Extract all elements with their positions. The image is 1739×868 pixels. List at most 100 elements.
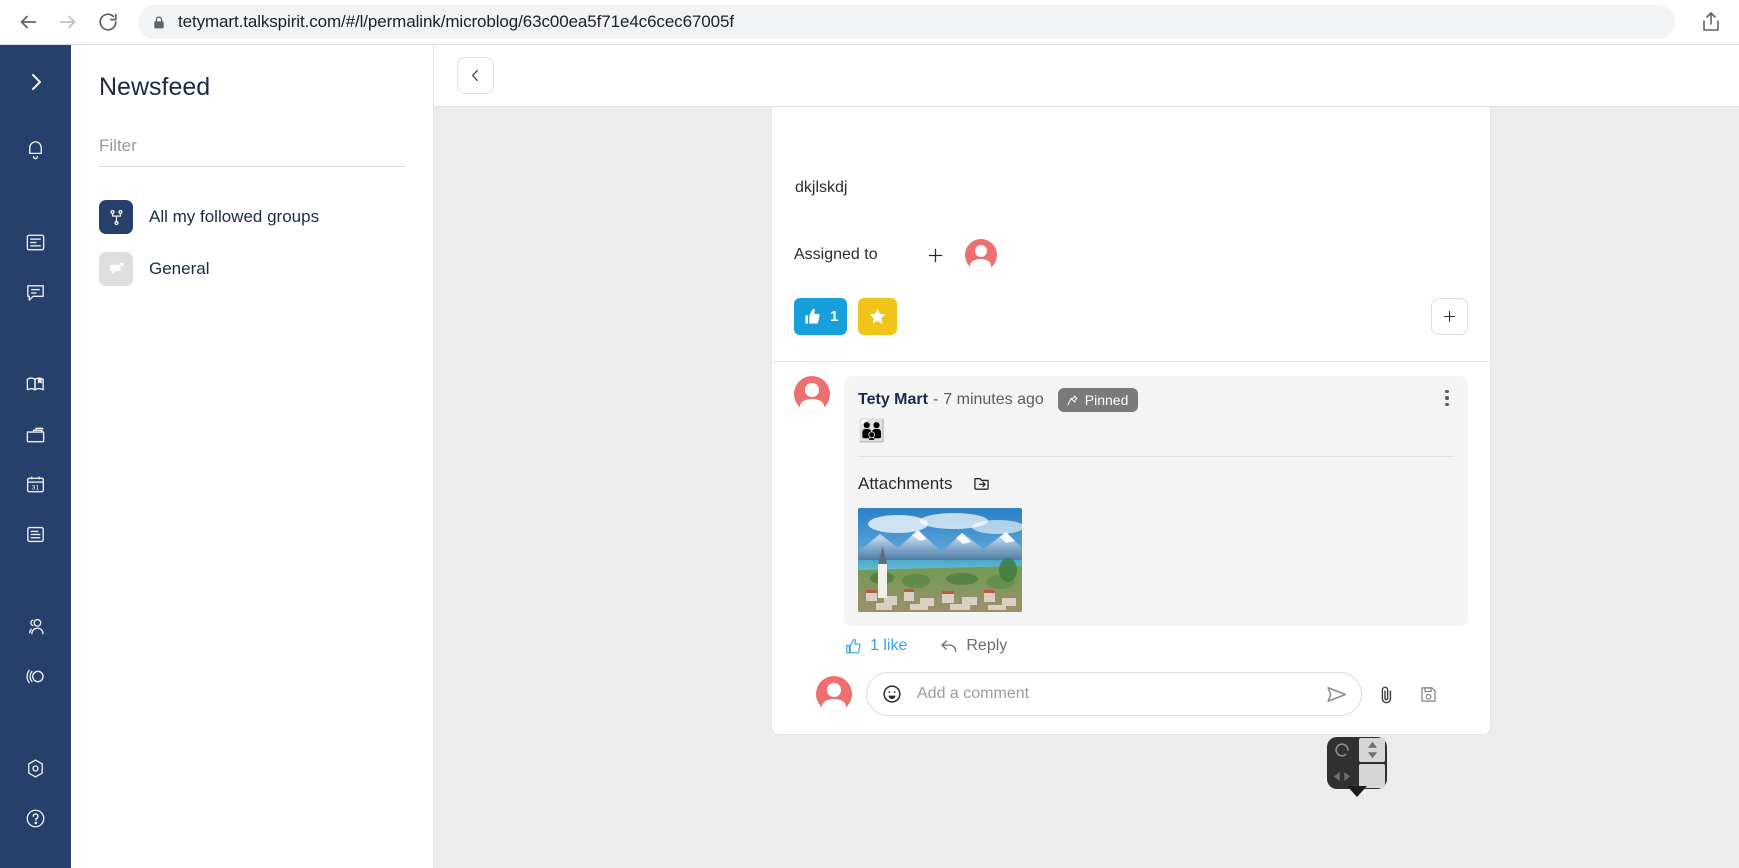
- browser-forward-button[interactable]: [48, 2, 88, 42]
- reaction-star[interactable]: [858, 298, 898, 335]
- comment-timestamp: 7 minutes ago: [943, 391, 1044, 408]
- thumbs-up-icon: [844, 637, 863, 656]
- filter-field-wrapper: [99, 130, 405, 167]
- url-text: tetymart.talkspirit.com/#/l/permalink/mi…: [178, 12, 734, 31]
- back-button[interactable]: [457, 57, 494, 94]
- bell-icon: [29, 140, 42, 159]
- avatar-body: [800, 399, 824, 412]
- sidebar-item-general[interactable]: General: [92, 245, 412, 293]
- sidebar-item-help[interactable]: [0, 793, 71, 843]
- pin-icon: [1066, 394, 1079, 407]
- newsfeed-icon: [26, 234, 45, 250]
- sidebar-item-directory[interactable]: [0, 601, 71, 651]
- people-icon: [29, 618, 44, 634]
- thumbs-up-icon: [805, 308, 820, 324]
- cursor-widget-pointer: [1347, 786, 1367, 797]
- browser-reload-button[interactable]: [88, 2, 128, 42]
- settings-icon: [28, 758, 43, 778]
- post-text: dkjlskdj: [795, 179, 848, 196]
- calendar-icon: 31: [26, 476, 45, 492]
- chat-icon: [27, 284, 44, 301]
- attachments-header: Attachments: [858, 456, 1454, 494]
- book-icon: [26, 376, 44, 390]
- sidebar-item-newsfeed[interactable]: [0, 217, 71, 267]
- assignee-avatar[interactable]: [964, 239, 997, 271]
- sidebar-item-broadcast[interactable]: [0, 651, 71, 701]
- status-badge-pinned: Pinned: [1057, 388, 1139, 412]
- comment-input[interactable]: Add a comment: [917, 685, 1316, 703]
- comment-zone: Tety Mart - 7 minutes ago Pinned 👪 Attac…: [772, 361, 1490, 734]
- sidebar-item-notifications[interactable]: [0, 125, 71, 175]
- cursor-widget-box: [1327, 737, 1387, 789]
- reply-label: Reply: [966, 637, 1008, 654]
- avatar-body: [970, 259, 992, 271]
- pinned-label: Pinned: [1084, 392, 1129, 408]
- left-right-arrows-icon: [1332, 769, 1352, 784]
- sidebar-item-drive[interactable]: [0, 409, 71, 459]
- reaction-count: 1: [830, 308, 839, 325]
- add-assignee-button[interactable]: [925, 245, 946, 266]
- paperclip-icon: [1381, 686, 1391, 703]
- comment-input-wrapper[interactable]: Add a comment: [866, 672, 1362, 716]
- reply-button[interactable]: Reply: [939, 636, 1007, 656]
- app-shell: 31 Newsfeed Filter All my followed group…: [0, 45, 1739, 868]
- attachments-label: Attachments: [858, 473, 953, 493]
- comment-item: Tety Mart - 7 minutes ago Pinned 👪 Attac…: [794, 376, 1468, 626]
- sidebar-item-chat[interactable]: [0, 267, 71, 317]
- post-body: dkjlskdj Assigned to 1: [772, 107, 1490, 361]
- sidebar-item-calendar[interactable]: 31: [0, 459, 71, 509]
- reaction-thumbs-up[interactable]: 1: [794, 298, 848, 335]
- avatar-body: [822, 699, 846, 712]
- sidebar-item-label: All my followed groups: [149, 207, 320, 226]
- assigned-to-label: Assigned to: [794, 246, 878, 263]
- star-icon: [870, 308, 886, 324]
- reactions-row: 1: [794, 298, 1468, 361]
- browser-back-button[interactable]: [8, 2, 48, 42]
- help-icon: [26, 809, 45, 827]
- sidebar-item-settings[interactable]: [0, 743, 71, 793]
- share-button[interactable]: [1689, 0, 1733, 44]
- like-button[interactable]: 1 like: [844, 637, 907, 656]
- comment-author-avatar[interactable]: [794, 376, 830, 412]
- sidebar-item-label: General: [149, 259, 210, 278]
- filter-input[interactable]: [99, 130, 405, 167]
- chevron-right-icon: [31, 74, 41, 90]
- cursor-widget-blank-cell: [1359, 764, 1385, 788]
- group-list: All my followed groups General: [92, 193, 412, 293]
- sidebar-item-wiki[interactable]: [0, 359, 71, 409]
- arrow-right-icon: [59, 15, 76, 29]
- like-label: 1 like: [870, 637, 908, 654]
- avatar-head: [974, 245, 987, 257]
- folder-icon: [26, 427, 45, 442]
- plus-icon: [928, 248, 942, 262]
- arrow-left-icon: [20, 15, 37, 29]
- lock-icon: [152, 15, 166, 30]
- send-button[interactable]: [1324, 682, 1349, 707]
- add-reaction-button[interactable]: [1431, 298, 1468, 335]
- feed-canvas: dkjlskdj Assigned to 1 Tety Mart - 7 min…: [434, 107, 1739, 868]
- sidebar-item-all-followed-groups[interactable]: All my followed groups: [92, 193, 412, 241]
- comment-menu-button[interactable]: [1436, 386, 1458, 410]
- address-bar[interactable]: tetymart.talkspirit.com/#/l/permalink/mi…: [138, 5, 1675, 39]
- left-icon-rail: 31: [0, 45, 71, 868]
- comment-composer: Add a comment: [794, 656, 1468, 734]
- save-to-drive-button[interactable]: [1410, 676, 1446, 712]
- open-folder-arrow-icon[interactable]: [971, 473, 992, 494]
- sidebar-item-tasks[interactable]: [0, 509, 71, 559]
- comment-author-name: Tety Mart: [858, 391, 928, 408]
- reload-icon: [99, 13, 117, 31]
- smiley-icon[interactable]: [881, 683, 903, 705]
- comment-separator: -: [932, 391, 939, 408]
- comment-bubble: Tety Mart - 7 minutes ago Pinned 👪 Attac…: [844, 376, 1468, 626]
- newsfeed-sidebar: Newsfeed All my followed groups: [71, 45, 434, 868]
- main-content: dkjlskdj Assigned to 1 Tety Mart - 7 min…: [434, 45, 1739, 868]
- network-icon: [99, 200, 133, 234]
- attach-file-button[interactable]: [1368, 676, 1404, 712]
- tasks-icon: [27, 526, 44, 542]
- chevron-left-icon: [472, 69, 478, 82]
- comment-body-emoji: 👪: [858, 418, 886, 443]
- rail-expand-button[interactable]: [0, 57, 71, 107]
- content-topbar: [434, 45, 1739, 107]
- rotate-icon: [1332, 740, 1352, 760]
- attachment-thumbnail[interactable]: [858, 508, 1022, 612]
